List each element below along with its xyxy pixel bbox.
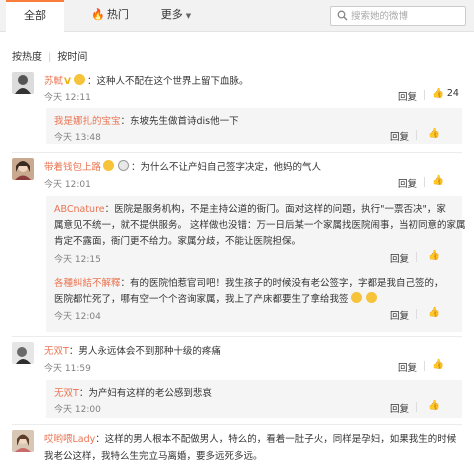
comment-text-line: ：这样的男人根本不配做男人，特么的，看着一肚子火，同样是孕妇，如果我生的时候 [95,434,457,445]
avatar[interactable] [12,72,34,94]
action-divider [416,309,417,319]
reply-button[interactable]: 回复 [390,129,409,143]
action-divider [424,177,425,187]
avatar[interactable] [12,430,34,452]
tab-more-dropdown[interactable]: 更多 ▼ [150,0,202,32]
reply-time: 今天 12:15 [54,255,101,265]
comment-item: 无双T：男人永远体会不到那种十级的疼痛 今天 11:59 回复 👍 无双T：为产… [0,338,474,426]
like-button[interactable]: 👍 [432,359,444,370]
reply-thread: ABCnature：医院是服务机构，不是主持公道的衙门。面对这样的问题，执行"一… [46,196,466,332]
comment-text: ：男人永远体会不到那种十级的疼痛 [68,346,221,357]
comment-time: 今天 11:59 [44,364,91,374]
sort-by-time[interactable]: 按时间 [57,48,87,63]
emoji-icon [365,292,377,303]
comment-item: 苏軾V ：这种人不配在这个世界上留下血脉。 今天 12:11 回复 👍 24 我是… [0,68,474,148]
thumbs-up-icon: 👍 [428,307,440,318]
action-divider [416,402,417,412]
tab-hot-label: 热门 [106,8,129,21]
reply-text-line: 肯定不露面，衙门更不给力。家属分歧，不能让医院担保。 [54,236,302,247]
like-count: 24 [446,88,459,99]
reply-text-line: ：有的医院怕惹官司吧！我生孩子的时候没有老公签字，字都是我自己签的， [120,278,444,289]
reply-time: 今天 13:48 [54,133,101,143]
thumbs-up-icon: 👍 [428,128,440,139]
thumbs-up-icon: 👍 [428,250,440,261]
comment-divider [12,424,462,425]
dog-emoji-icon [118,160,130,171]
reply-button[interactable]: 回复 [398,360,417,374]
tab-more-label: 更多 [160,8,183,21]
search-box [330,6,466,26]
reply-text: ：东坡先生做首诗dis他一下 [120,116,239,127]
comment-divider [12,152,462,153]
reply-username[interactable]: ABCnature [54,204,105,215]
tab-hot[interactable]: 🔥 热门 [80,0,140,32]
search-icon[interactable] [337,10,348,21]
sort-separator: | [48,52,52,63]
comment-text: ：这种人不配在这个世界上留下血脉。 [86,76,249,87]
comment-time: 今天 12:01 [44,180,91,190]
reply-username[interactable]: 无双T [54,388,79,399]
verified-badge-icon: V [64,77,71,87]
like-button[interactable]: 👍 24 [432,88,459,99]
action-divider [424,361,425,371]
reply-text-line: 属意见不统一，就不提供服务。 这样做也没错：万一日后某一个家属找医院闹事，当初同… [54,220,466,231]
comment-time: 今天 12:11 [44,93,91,103]
comment-username[interactable]: 无双T [44,346,69,357]
action-divider [416,130,417,140]
reply-button[interactable]: 回复 [390,308,409,322]
reply-button[interactable]: 回复 [390,251,409,265]
comment-text-line: 我老公这样，我特么生完立马离婚，要多远死多远。 [44,451,263,462]
comment-item: 带着钱包上路 ：为什么不让产妇自己签字决定，他妈的气人 今天 12:01 回复 👍… [0,154,474,334]
reply-username[interactable]: 各種糾結不解釋 [54,278,121,289]
tab-all-label: 全部 [24,9,46,22]
sort-bar: 按热度 | 按时间 [12,48,87,63]
comment-username[interactable]: 哎哟喂Lady [44,434,95,445]
tab-all[interactable]: 全部 [6,0,64,32]
reply-text-line: ：医院是服务机构，不是主持公道的衙门。面对这样的问题，执行"一票否决"，家 [104,204,446,215]
reply-text-line: 医院都忙死了，哪有空一个个咨询家属，我上了产床都要生了拿给我签 [54,294,349,305]
comment-username[interactable]: 带着钱包上路 [44,162,101,173]
thumbs-up-icon: 👍 [432,88,444,99]
comment-divider [12,336,462,337]
top-tab-bar: 全部 🔥 热门 更多 ▼ [0,0,474,32]
search-input[interactable] [351,7,463,25]
reply-time: 今天 12:04 [54,312,101,322]
reply-text: ：为产妇有这样的老公感到悲哀 [78,388,212,399]
like-button[interactable]: 👍 [428,400,440,411]
thumbs-up-icon: 👍 [428,400,440,411]
comment-username[interactable]: 苏軾 [44,76,63,87]
avatar[interactable] [12,342,34,364]
emoji-icon [73,74,85,85]
comment-text: ：为什么不让产妇自己签字决定，他妈的气人 [131,162,322,173]
comment-item: 哎哟喂Lady：这样的男人根本不配做男人，特么的，看着一肚子火，同样是孕妇，如果… [0,426,474,465]
thumbs-up-icon: 👍 [432,359,444,370]
reply-time: 今天 12:00 [54,405,101,415]
reply-button[interactable]: 回复 [390,401,409,415]
thumbs-up-icon: 👍 [432,175,444,186]
like-button[interactable]: 👍 [432,175,444,186]
like-button[interactable]: 👍 [428,250,440,261]
action-divider [416,252,417,262]
avatar[interactable] [12,158,34,180]
reply-button[interactable]: 回复 [398,176,417,190]
reply-username[interactable]: 我是娜扎的宝宝 [54,116,121,127]
reply-thread: 无双T：为产妇有这样的老公感到悲哀 今天 12:00 回复 👍 [46,380,462,418]
like-button[interactable]: 👍 [428,128,440,139]
emoji-icon [103,160,115,171]
sort-by-hot[interactable]: 按热度 [12,48,42,63]
emoji-icon [350,292,362,303]
flame-icon: 🔥 [91,8,105,21]
action-divider [424,90,425,100]
caret-down-icon: ▼ [185,12,192,20]
reply-button[interactable]: 回复 [398,89,417,103]
like-button[interactable]: 👍 [428,307,440,318]
reply-thread: 我是娜扎的宝宝：东坡先生做首诗dis他一下 今天 13:48 回复 👍 [46,108,462,144]
